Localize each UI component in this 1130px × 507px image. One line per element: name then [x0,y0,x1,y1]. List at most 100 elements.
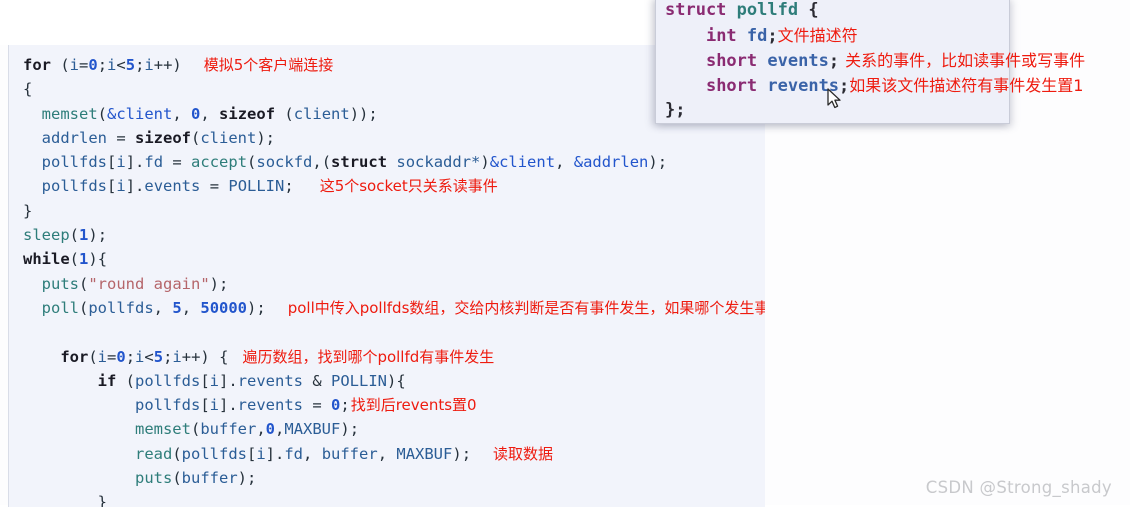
code-token: POLLIN [228,177,285,196]
code-token: ); [256,128,276,147]
code-token: 1 [79,250,89,269]
code-token: sizeof [219,104,276,123]
code-line: memset(buffer,0,MAXBUF); [23,417,765,441]
code-token: pollfds [181,444,247,463]
code-token: &client [107,104,173,123]
code-token: ; [284,177,294,196]
code-token: ; [839,76,850,96]
code-token: )); [349,104,378,123]
code-token: pollfds [41,177,107,196]
code-line: for (i=0;i<5;i++) 模拟5个客户端连接 [23,53,765,77]
code-line: puts(buffer); [23,466,765,490]
code-token: [ [200,396,210,415]
code-token: ; [767,26,778,46]
code-token: sockaddr* [396,153,481,172]
code-token: ); [237,469,257,488]
code-token: & [303,371,332,390]
code-token: events [144,177,201,196]
code-token: ( [190,420,201,439]
code-token: short [705,51,758,71]
code-token: i [144,56,154,74]
code-token: [ [107,153,117,172]
csdn-watermark: CSDN @Strong_shady [925,478,1112,497]
code-token: 5 [172,298,182,317]
code-token: [ [246,444,257,463]
code-token: client [293,104,350,123]
code-token: ]. [265,444,285,463]
code-line: }; [665,98,1085,123]
code-token: , [200,104,220,123]
code-token: ){ [88,250,108,269]
code-token: int [705,26,737,46]
code-token: pollfds [135,371,201,390]
code-token: = [200,177,229,196]
code-token: ]. [125,177,145,196]
code-line: struct pollfd { [665,0,1085,23]
code-token: , [303,444,322,463]
code-listing: for (i=0;i<5;i++) 模拟5个客户端连接{ memset(&clie… [23,53,765,507]
code-token: fd [144,153,164,172]
code-editor-panel[interactable]: for (i=0;i<5;i++) 模拟5个客户端连接{ memset(&clie… [8,45,765,507]
code-annotation: 文件描述符 [777,26,858,45]
code-token: = [107,128,135,147]
code-line: pollfds[i].events = POLLIN; 这5个socket只关系读… [23,174,765,198]
code-token: i [116,153,126,172]
code-annotation: 这5个socket只关系读事件 [319,177,498,196]
code-line: if (pollfds[i].revents & POLLIN){ [23,369,765,393]
code-token: ; [97,56,108,74]
code-token: ); [209,274,229,293]
code-annotation: 关系的事件，比如读事件或写事件 [845,51,1086,70]
code-line: pollfds[i].revents = 0;找到后revents置0 [23,393,765,417]
code-token: ++) { [181,347,229,366]
code-token: "round again" [88,274,210,293]
code-token: ( [88,347,98,366]
code-token: i [256,444,266,463]
code-token: buffer [200,420,257,439]
code-token: i [97,347,108,366]
code-token: ; [828,51,840,71]
page-background-strip [0,0,660,45]
code-line: puts("round again"); [23,272,765,296]
code-token: for [23,56,51,74]
code-token: 1 [79,226,89,245]
code-line: short revents;如果该文件描述符有事件发生置1 [665,73,1085,98]
code-token: 0 [331,396,341,415]
code-token: = [163,153,192,172]
code-line: memset(&client, 0, sizeof (client)); [23,102,765,126]
code-token: = [107,347,117,366]
code-token: ); [247,298,266,317]
code-token: ; [125,347,136,366]
code-line: while(1){ [23,247,765,271]
code-token: , [377,444,397,463]
code-annotation: 如果该文件描述符有事件发生置1 [849,76,1084,95]
code-line: read(pollfds[i].fd, buffer, MAXBUF); 读取数据 [23,442,765,466]
code-annotation: 模拟5个客户端连接 [203,56,334,74]
code-token: buffer [181,469,238,488]
code-token: 0 [116,347,126,366]
code-token: 50000 [200,298,248,317]
code-token: while [23,250,70,269]
code-token: memset [134,420,191,439]
code-token: short [705,76,758,96]
code-token: ,( [312,153,332,172]
code-token: struct [665,0,727,20]
code-token: read [134,444,173,463]
code-token: ]. [219,396,238,415]
code-token: ( [69,250,80,269]
code-token: ++) [153,56,182,74]
code-token: struct [331,153,388,172]
code-line: for(i=0;i<5;i++) {遍历数组，找到哪个pollfd有事件发生 [23,345,765,369]
code-token: sleep [23,226,70,245]
code-token: accept [191,153,248,172]
code-token: = [79,56,89,74]
code-token: events [767,51,829,71]
code-token: fd [284,444,304,463]
